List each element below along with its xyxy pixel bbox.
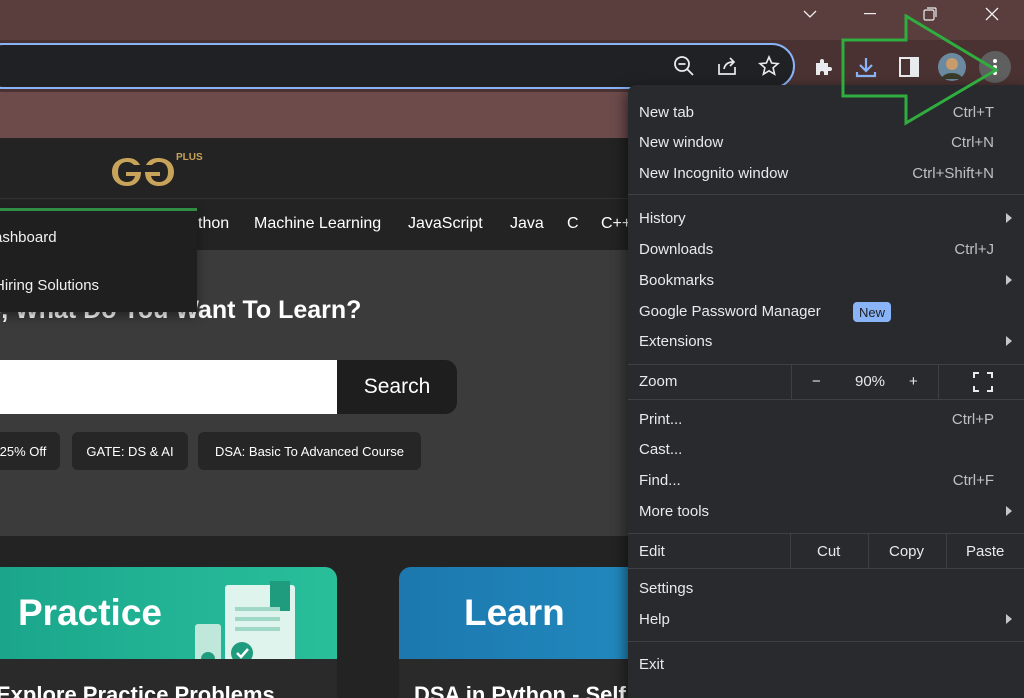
kebab-menu-icon xyxy=(993,59,997,75)
menu-label: Settings xyxy=(639,580,694,597)
chip-25-off[interactable]: 25% Off xyxy=(0,432,60,470)
search-button[interactable]: Search xyxy=(337,360,457,414)
nav-item-c[interactable]: C xyxy=(567,215,579,233)
close-icon xyxy=(985,7,999,21)
chrome-menu-button[interactable] xyxy=(979,51,1011,83)
site-logo[interactable]: PLUS xyxy=(108,150,218,190)
menu-shortcut: Ctrl+F xyxy=(952,472,994,489)
menu-separator xyxy=(628,568,1024,569)
puzzle-icon[interactable] xyxy=(808,52,838,82)
menu-label: New window xyxy=(639,134,724,151)
edit-divider xyxy=(868,534,869,568)
menu-label: Cast... xyxy=(639,441,683,458)
nav-item-java[interactable]: Java xyxy=(510,215,544,233)
menu-separator xyxy=(628,364,1024,365)
card-practice-title: Practice xyxy=(18,592,162,633)
share-icon[interactable] xyxy=(715,54,739,78)
menu-separator xyxy=(628,641,1024,642)
nav-item-javascript[interactable]: JavaScript xyxy=(408,215,483,233)
menu-separator xyxy=(628,533,1024,534)
menu-label: Exit xyxy=(639,656,665,673)
submenu-arrow-icon xyxy=(1006,506,1012,516)
fullscreen-button[interactable] xyxy=(973,372,993,397)
zoom-out-icon[interactable] xyxy=(672,54,696,78)
edit-divider xyxy=(790,534,791,568)
submenu-arrow-icon xyxy=(1006,336,1012,346)
close-button[interactable] xyxy=(962,0,1022,28)
menu-shortcut: Ctrl+N xyxy=(951,134,994,151)
copy-button[interactable]: Copy xyxy=(889,543,924,560)
menu-shortcut: Ctrl+J xyxy=(954,241,994,258)
submenu-arrow-icon xyxy=(1006,614,1012,624)
edit-divider xyxy=(946,534,947,568)
menu-label: Find... xyxy=(639,472,681,489)
avatar[interactable] xyxy=(937,52,967,82)
menu-label: Extensions xyxy=(639,333,713,350)
card-learn-title: Learn xyxy=(464,592,565,633)
chip-dsa-course[interactable]: DSA: Basic To Advanced Course xyxy=(198,432,421,470)
menu-label: Print... xyxy=(639,411,683,428)
star-icon[interactable] xyxy=(757,54,781,78)
zoom-divider xyxy=(791,365,792,399)
menu-label: Edit xyxy=(639,543,665,560)
menu-separator xyxy=(628,194,1024,195)
restore-button[interactable] xyxy=(900,0,960,28)
menu-label: Google Password Manager xyxy=(639,303,821,320)
menu-label: History xyxy=(639,210,686,227)
submenu-arrow-icon xyxy=(1006,213,1012,223)
logo-plus-tag: PLUS xyxy=(176,152,203,163)
fullscreen-icon xyxy=(973,372,993,392)
menu-label: Zoom xyxy=(639,373,678,390)
side-panel-icon[interactable] xyxy=(894,52,924,82)
menu-label: New Incognito window xyxy=(639,165,789,182)
menu-shortcut: Ctrl+T xyxy=(952,104,994,121)
submenu-arrow-icon xyxy=(1006,275,1012,285)
zoom-out-button[interactable]: − xyxy=(812,373,821,390)
new-badge: New xyxy=(853,302,892,322)
nav-item-cpp[interactable]: C++ xyxy=(601,215,631,233)
minimize-button[interactable] xyxy=(840,0,900,28)
zoom-level: 90% xyxy=(855,373,886,390)
dropdown-item-hiring-solutions[interactable]: Hiring Solutions xyxy=(0,277,99,294)
download-icon[interactable] xyxy=(851,52,881,82)
menu-separator xyxy=(628,399,1024,400)
menu-shortcut: Ctrl+P xyxy=(951,411,994,428)
nav-item-python[interactable]: thon xyxy=(198,215,229,233)
minimize-icon xyxy=(864,13,876,15)
zoom-divider xyxy=(938,365,939,399)
cut-button[interactable]: Cut xyxy=(817,543,840,560)
card-practice-subtitle: Explore Practice Problems xyxy=(0,682,275,698)
search-input[interactable] xyxy=(0,360,338,414)
chevron-down-icon xyxy=(803,10,817,18)
menu-label: More tools xyxy=(639,503,710,520)
menu-shortcut: Ctrl+Shift+N xyxy=(912,165,994,182)
menu-label: Downloads xyxy=(639,241,714,258)
nav-item-machine-learning[interactable]: Machine Learning xyxy=(254,215,381,233)
chip-gate-ds-ai[interactable]: GATE: DS & AI xyxy=(72,432,188,470)
paste-button[interactable]: Paste xyxy=(966,543,1004,560)
dropdown-item-dashboard[interactable]: ashboard xyxy=(0,229,57,246)
nav-dropdown xyxy=(0,208,197,312)
menu-label: New tab xyxy=(639,104,695,121)
menu-label: Help xyxy=(639,611,670,628)
restore-icon xyxy=(923,7,937,21)
zoom-in-button[interactable]: + xyxy=(909,373,918,390)
tab-search-chevron[interactable] xyxy=(780,0,840,28)
menu-label: Bookmarks xyxy=(639,272,715,289)
